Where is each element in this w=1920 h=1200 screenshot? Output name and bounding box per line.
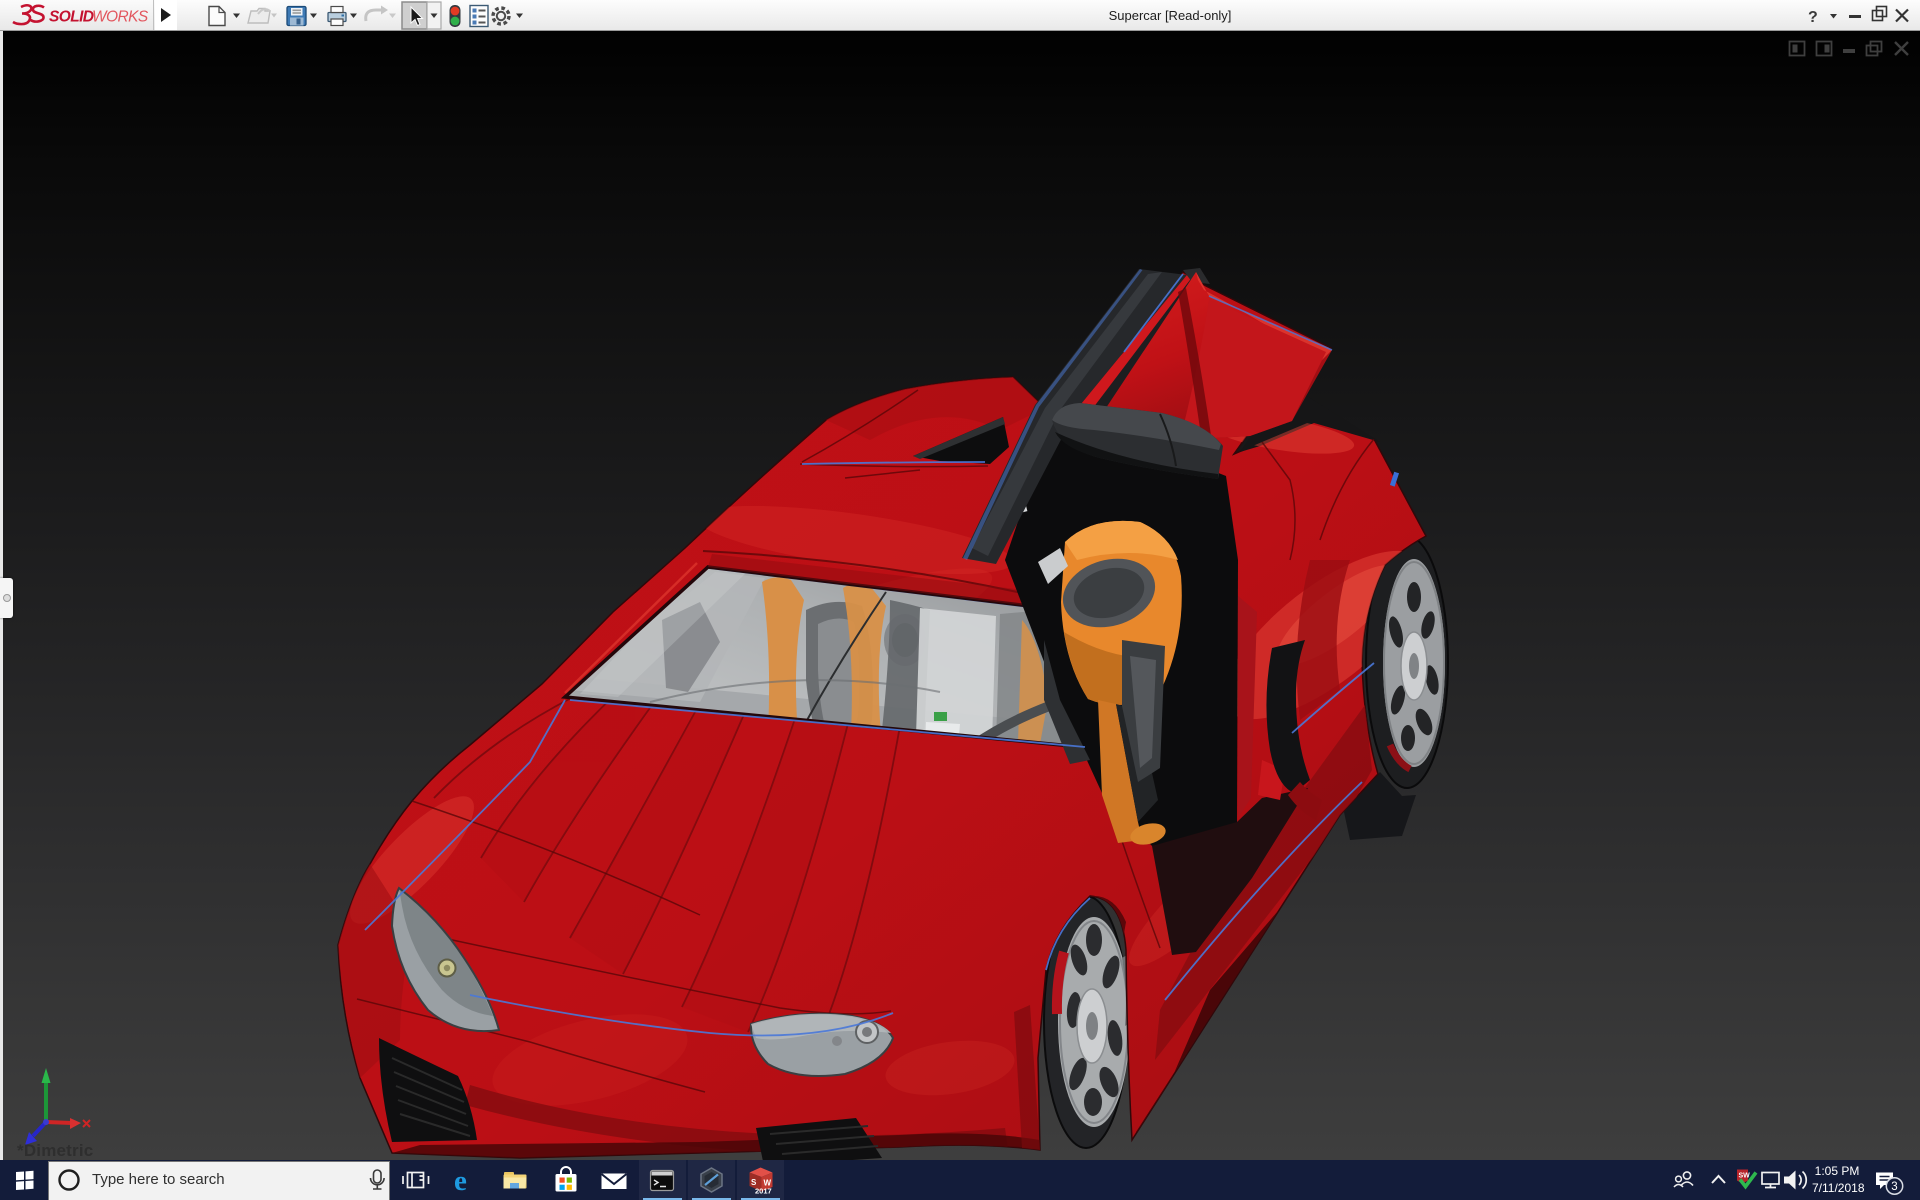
svg-text:SW: SW [1739,1173,1751,1180]
svg-text:e: e [454,1165,467,1197]
svg-text:3: 3 [1891,1181,1897,1193]
svg-text:?: ? [1808,9,1818,26]
svg-text:2017: 2017 [755,1187,772,1196]
